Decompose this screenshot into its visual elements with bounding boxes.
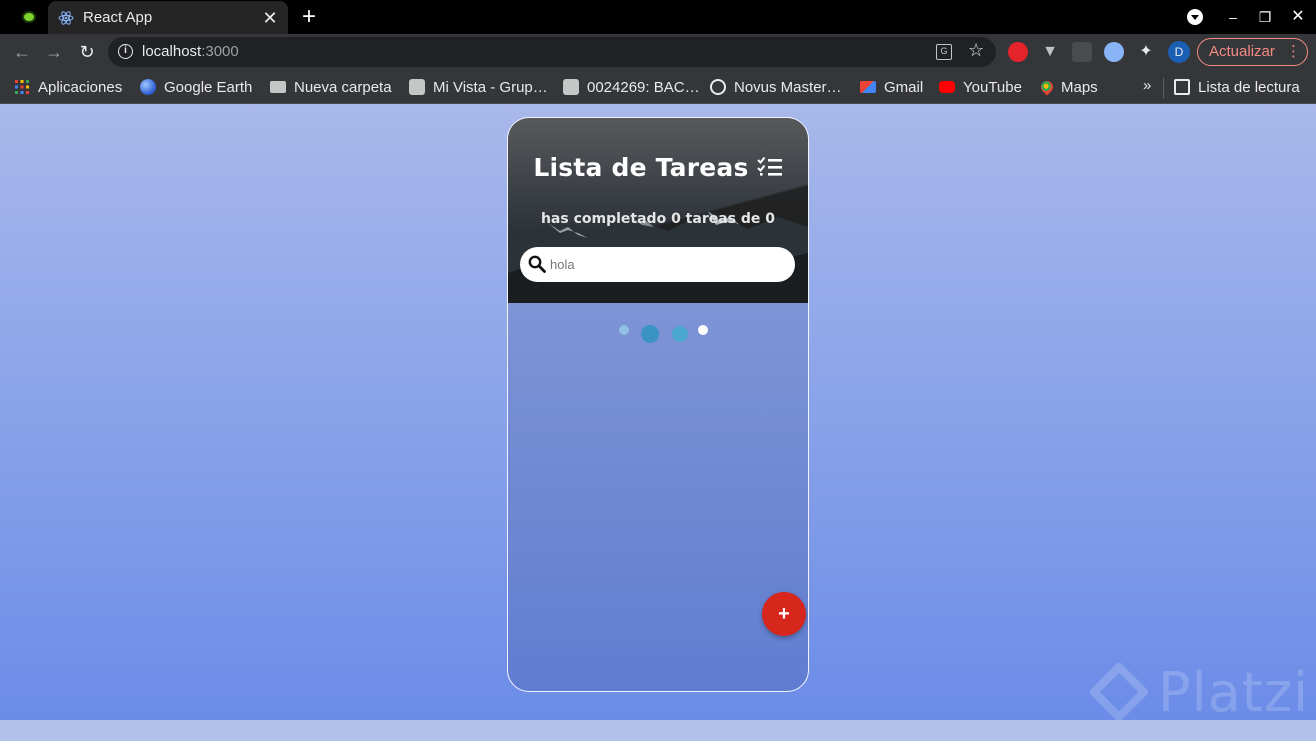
update-label: Actualizar — [1209, 43, 1275, 60]
todo-app-card: Lista de Tareas has completado 0 tareas … — [507, 117, 809, 692]
react-icon — [58, 10, 74, 25]
new-tab-button[interactable]: + — [298, 5, 320, 29]
bookmark-youtube[interactable]: YouTube — [939, 76, 1022, 98]
bookmark-label: Novus Master… — [734, 78, 842, 96]
update-button[interactable]: Actualizar ⋮ — [1197, 38, 1308, 66]
folder-icon — [270, 81, 286, 93]
browser-tabstrip: React App ✕ + – ❐ ✕ — [0, 0, 1316, 34]
bookmark-mi-vista[interactable]: Mi Vista - Grup… — [409, 76, 548, 98]
bookmark-label: Mi Vista - Grup… — [433, 78, 548, 96]
adblock-extension-icon[interactable] — [1008, 42, 1028, 62]
bookmark-label: Maps — [1061, 78, 1098, 96]
menu-kebab-icon: ⋮ — [1286, 43, 1301, 60]
maximize-button[interactable]: ❐ — [1255, 7, 1275, 27]
arrow-right-icon: → — [45, 42, 63, 62]
loading-dot — [641, 325, 659, 343]
reading-list-icon — [1174, 79, 1190, 95]
url-host: localhost — [142, 43, 202, 60]
watermark-text: Platzi — [1158, 661, 1310, 720]
bookmark-nueva-carpeta[interactable]: Nueva carpeta — [270, 76, 392, 98]
bookmark-star-icon[interactable]: ☆ — [968, 40, 984, 61]
eye-icon — [22, 11, 36, 23]
chevron-down-icon — [1187, 9, 1203, 25]
loading-dot — [672, 326, 688, 342]
google-earth-icon — [140, 79, 156, 95]
bookmark-novus-master[interactable]: Novus Master… — [710, 76, 842, 98]
bookmark-google-earth[interactable]: Google Earth — [140, 76, 252, 98]
browser-toolbar: ← → ↻ i localhost:3000 G ☆ ▼ ✦ D Actuali… — [0, 34, 1316, 70]
bookmark-maps[interactable]: Maps — [1038, 76, 1098, 98]
bookmark-label: Nueva carpeta — [294, 78, 392, 96]
bookmarks-overflow-button[interactable]: » — [1143, 77, 1151, 94]
bookmark-label: Google Earth — [164, 78, 253, 96]
url-port: :3000 — [201, 43, 239, 60]
page-bottom-strip — [0, 720, 1316, 741]
extension-circle-icon[interactable] — [1104, 42, 1124, 62]
reading-list-button[interactable]: Lista de lectura — [1174, 76, 1300, 98]
address-url[interactable]: localhost:3000 — [142, 43, 239, 60]
bookmark-gmail[interactable]: Gmail — [860, 76, 923, 98]
translate-icon[interactable]: G — [936, 44, 952, 60]
search-box — [520, 247, 795, 282]
loading-dot — [619, 325, 629, 335]
bookmark-bac[interactable]: 0024269: BAC… — [563, 76, 700, 98]
tab-close-icon[interactable]: ✕ — [260, 8, 280, 28]
page-viewport: Lista de Tareas has completado 0 tareas … — [0, 104, 1316, 720]
tab-react-app[interactable]: React App ✕ — [48, 1, 288, 34]
loading-spinner — [619, 325, 708, 343]
arrow-left-icon: ← — [13, 42, 31, 62]
minimize-button[interactable]: – — [1223, 7, 1243, 27]
eye-icon — [710, 79, 726, 95]
forward-button[interactable]: → — [43, 41, 65, 63]
completed-counter: has completado 0 tareas de 0 — [540, 211, 776, 227]
bookmark-aplicaciones[interactable]: Aplicaciones — [14, 76, 122, 98]
extension-icon[interactable] — [1072, 42, 1092, 62]
tab-search-button[interactable] — [1185, 7, 1205, 27]
maps-icon — [1038, 78, 1056, 96]
platzi-watermark: Platzi — [1086, 659, 1310, 720]
bookmarks-bar: Aplicaciones Google Earth Nueva carpeta … — [0, 70, 1316, 104]
search-input[interactable] — [550, 252, 785, 277]
reload-button[interactable]: ↻ — [76, 41, 98, 63]
vpn-extension-icon[interactable]: ▼ — [1040, 42, 1060, 62]
bookmark-label: Gmail — [884, 78, 924, 96]
bookmarks-divider — [1163, 78, 1164, 98]
youtube-icon — [939, 81, 955, 93]
back-button[interactable]: ← — [11, 41, 33, 63]
address-bar[interactable]: i localhost:3000 G ☆ — [108, 37, 996, 67]
profile-avatar[interactable]: D — [1168, 41, 1190, 63]
search-icon — [528, 255, 546, 273]
bookmark-label: Aplicaciones — [38, 78, 123, 96]
tab-title: React App — [83, 9, 153, 26]
platzi-logo-icon — [1090, 663, 1148, 720]
extensions-puzzle-icon[interactable]: ✦ — [1136, 42, 1156, 62]
loading-dot — [698, 325, 708, 335]
app-title-text: Lista de Tareas — [533, 153, 749, 182]
app-title: Lista de Tareas — [508, 153, 808, 182]
reading-list-label: Lista de lectura — [1198, 78, 1300, 96]
gmail-icon — [860, 81, 876, 93]
bookmark-label: 0024269: BAC… — [587, 78, 700, 96]
bookmark-label: YouTube — [963, 78, 1022, 96]
reload-icon: ↻ — [79, 42, 95, 62]
todo-header: Lista de Tareas has completado 0 tareas … — [508, 118, 808, 303]
checklist-icon — [756, 156, 782, 176]
puzzle-icon — [563, 79, 579, 95]
apps-grid-icon — [15, 80, 29, 94]
puzzle-icon — [409, 79, 425, 95]
close-window-button[interactable]: ✕ — [1288, 7, 1308, 27]
pinned-tab[interactable] — [16, 8, 42, 26]
site-info-icon[interactable]: i — [118, 44, 133, 59]
add-todo-button[interactable]: + — [762, 592, 806, 636]
